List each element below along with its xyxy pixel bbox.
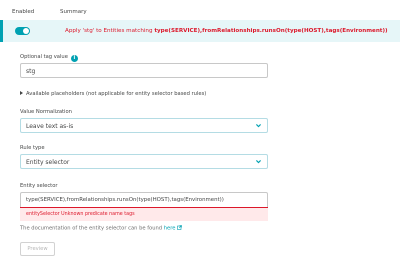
expand-triangle-icon bbox=[20, 91, 23, 95]
documentation-text: The documentation of the entity selector… bbox=[20, 225, 164, 232]
chevron-down-icon bbox=[256, 124, 261, 128]
value-normalization-selected: Leave text as-is bbox=[26, 122, 74, 130]
rule-type-select[interactable]: Entity selector bbox=[20, 154, 268, 169]
preview-button[interactable]: Preview bbox=[20, 242, 55, 256]
tag-value-text: stg bbox=[26, 67, 36, 75]
documentation-note: The documentation of the entity selector… bbox=[20, 225, 183, 232]
external-link-icon[interactable] bbox=[177, 225, 183, 230]
tab-summary[interactable]: Summary bbox=[60, 9, 87, 15]
entity-selector-error-text: entitySelector Unknown predicate name ta… bbox=[26, 212, 135, 217]
entity-selector-input[interactable]: type(SERVICE),fromRelationships.runsOn(t… bbox=[20, 192, 268, 208]
tag-value-label: Optional tag value i bbox=[20, 54, 78, 62]
rule-type-label: Rule type bbox=[20, 145, 45, 151]
rule-summary-prefix: Apply 'stg' to Entities matching bbox=[65, 27, 155, 34]
rule-row: Apply 'stg' to Entities matching type(SE… bbox=[0, 20, 400, 42]
available-placeholders-toggle[interactable]: Available placeholders (not applicable f… bbox=[20, 91, 206, 97]
rule-summary: Apply 'stg' to Entities matching type(SE… bbox=[65, 28, 388, 34]
rule-type-selected: Entity selector bbox=[26, 158, 70, 166]
documentation-link[interactable]: here bbox=[164, 226, 176, 232]
value-normalization-label: Value Normalization bbox=[20, 109, 72, 115]
entity-selector-label: Entity selector bbox=[20, 183, 58, 189]
info-icon[interactable]: i bbox=[70, 55, 78, 62]
value-normalization-select[interactable]: Leave text as-is bbox=[20, 118, 268, 133]
entity-selector-text: type(SERVICE),fromRelationships.runsOn(t… bbox=[26, 197, 224, 203]
tag-value-input[interactable]: stg bbox=[20, 63, 268, 78]
tab-enabled[interactable]: Enabled bbox=[12, 9, 34, 15]
toggle-knob bbox=[23, 28, 29, 34]
entity-selector-error: entitySelector Unknown predicate name ta… bbox=[20, 207, 268, 221]
rule-summary-selector: type(SERVICE),fromRelationships.runsOn(t… bbox=[154, 27, 388, 34]
tag-value-label-text: Optional tag value bbox=[20, 54, 68, 60]
rule-enabled-toggle[interactable] bbox=[15, 27, 30, 35]
available-placeholders-label: Available placeholders (not applicable f… bbox=[26, 91, 207, 97]
chevron-down-icon bbox=[256, 160, 261, 164]
